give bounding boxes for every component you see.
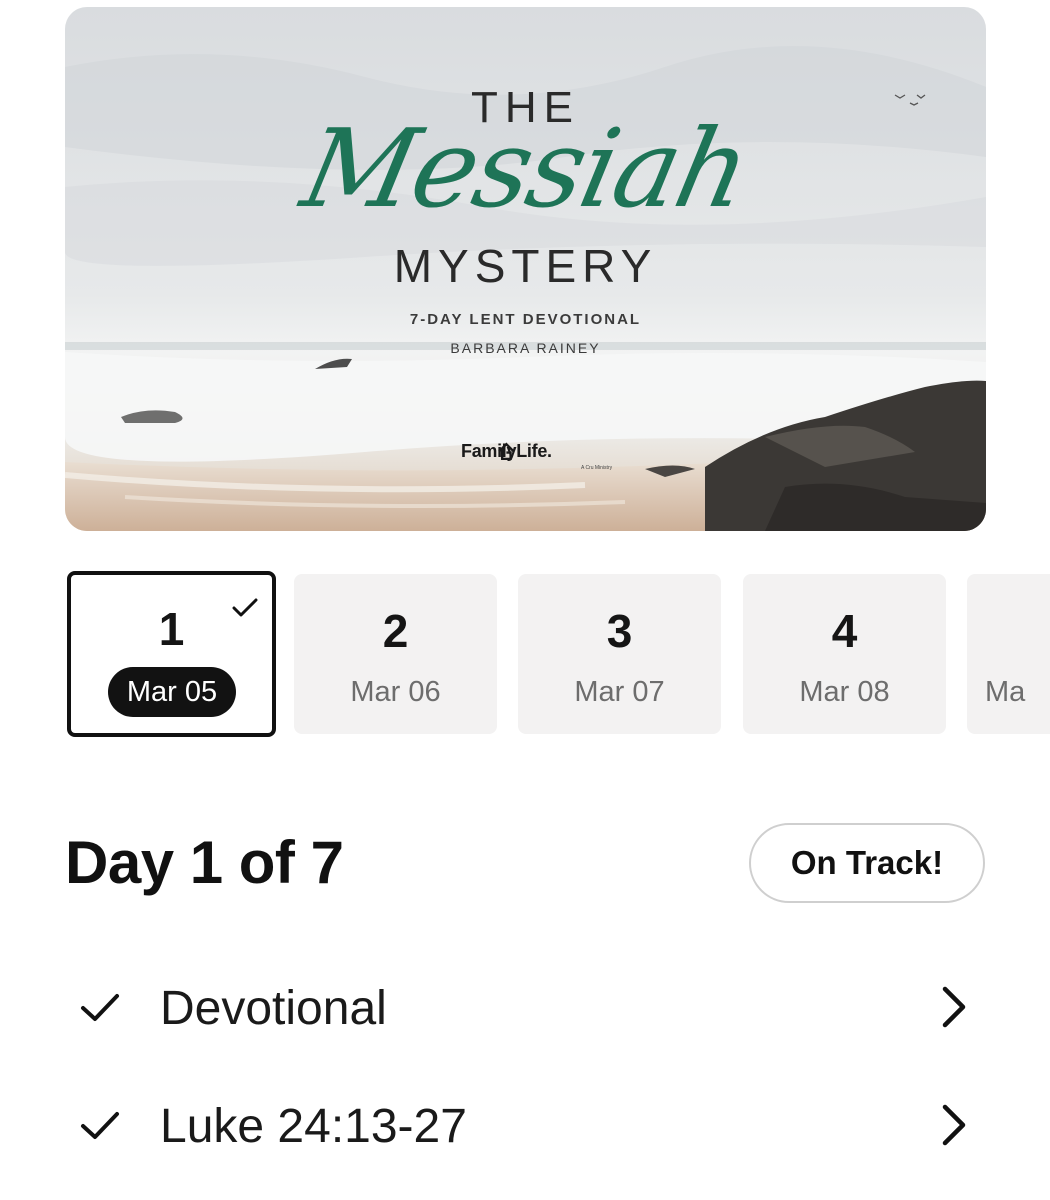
hero-title-bottom: MYSTERY [393,240,658,292]
day-date: Mar 06 [350,676,441,708]
day-number: 2 [382,605,409,657]
day-card-5[interactable]: Ma [967,574,1050,734]
logo-tagline: A Cru Ministry [581,465,613,471]
familylife-logo: FamilyLife. A Cru Ministry [461,441,612,471]
plan-day-screen: THE Messiah MYSTERY 7-DAY LENT DEVOTIONA… [0,0,1050,1200]
day-date: Ma [985,676,1026,708]
day-card-1[interactable]: 1 Mar 05 [67,571,276,737]
hero-title-script: Messiah [292,107,759,232]
day-card-4[interactable]: 4 Mar 08 [743,574,946,734]
day-date-selected: Mar 05 [108,667,236,717]
checkmark-icon [81,994,119,1021]
task-label: Devotional [160,982,387,1035]
day-card-3[interactable]: 3 Mar 07 [518,574,721,734]
on-track-button[interactable]: On Track! [749,823,985,903]
task-label: Luke 24:13-27 [160,1100,467,1153]
checkmark-icon [81,1112,119,1139]
day-date: Mar 08 [799,676,890,708]
chevron-right-icon [942,986,966,1028]
checkmark-icon [232,598,258,617]
hero-subtitle: 7-DAY LENT DEVOTIONAL [409,311,642,328]
day-number: 4 [831,605,858,657]
day-number: 3 [606,605,633,657]
task-row-devotional[interactable]: Devotional [0,967,1050,1047]
day-date: Mar 07 [574,676,665,708]
plan-hero-title-block: THE Messiah MYSTERY 7-DAY LENT DEVOTIONA… [65,7,986,531]
task-row-luke[interactable]: Luke 24:13-27 [0,1085,1050,1165]
hero-author: BARBARA RAINEY [450,340,601,356]
day-progress-title: Day 1 of 7 [65,829,344,896]
day-card-2[interactable]: 2 Mar 06 [294,574,497,734]
day-selector: 1 Mar 05 2 Mar 06 3 Mar 07 4 Mar 08 Ma [0,571,1050,737]
chevron-right-icon [942,1104,966,1146]
house-icon [498,442,515,461]
plan-hero-image: THE Messiah MYSTERY 7-DAY LENT DEVOTIONA… [65,7,986,531]
